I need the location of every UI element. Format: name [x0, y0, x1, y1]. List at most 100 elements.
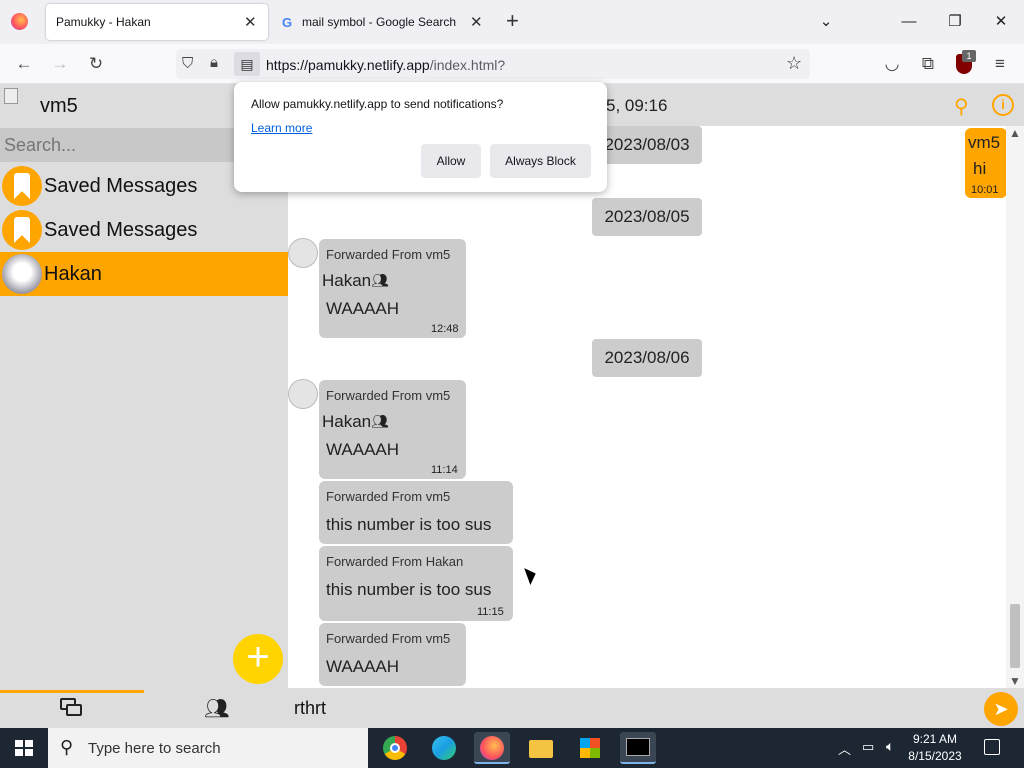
message-bubble[interactable]: Forwarded From vm5 Hakan 👥︎ WAAAAH 11:14	[319, 380, 466, 479]
tab-pamukky-label: Pamukky - Hakan	[56, 15, 151, 29]
message-time: 11:14	[431, 464, 458, 476]
mouse-cursor-icon	[524, 565, 539, 585]
message-bubble[interactable]: Forwarded From vm5 this number is too su…	[319, 481, 513, 544]
forward-label: Forwarded From vm5	[326, 631, 451, 646]
message-time: 12:48	[431, 323, 459, 335]
bookmark-icon	[2, 210, 42, 250]
chat-item-saved-messages[interactable]: Saved Messages	[0, 208, 288, 252]
firefox-taskbar-icon[interactable]	[474, 732, 510, 764]
chats-tab-icon[interactable]	[60, 698, 82, 716]
tab-pamukky[interactable]: Pamukky - Hakan ✕	[46, 4, 268, 40]
close-icon[interactable]: ✕	[244, 13, 257, 31]
message-text: WAAAAH	[326, 440, 400, 459]
scroll-down-icon[interactable]: ▼	[1009, 674, 1021, 688]
contact-name: Hakan	[322, 271, 372, 290]
clock-date: 8/15/2023	[908, 749, 962, 763]
edge-icon[interactable]	[426, 732, 462, 764]
bookmark-star-icon[interactable]: ☆	[786, 53, 802, 74]
sidebar-title: vm5	[40, 95, 78, 117]
windows-start-icon[interactable]	[15, 740, 33, 756]
file-explorer-icon[interactable]	[523, 732, 559, 764]
own-message-time: 10:01	[971, 184, 999, 196]
reload-icon[interactable]: ↻	[84, 53, 108, 75]
clock-time: 9:21 AM	[912, 732, 958, 746]
taskbar-search[interactable]: ⚲ Type here to search	[48, 728, 368, 768]
forward-label: Forwarded From vm5	[326, 247, 451, 262]
message-time: 11:15	[477, 606, 504, 618]
menu-icon[interactable]: ≡	[988, 53, 1012, 75]
network-icon[interactable]: ▭	[862, 739, 874, 755]
new-tab-button[interactable]: +	[506, 8, 519, 34]
chrome-icon[interactable]	[377, 732, 413, 764]
message-text: this number is too sus	[326, 515, 492, 534]
chat-item-label: Hakan	[44, 262, 102, 285]
message-text: this number is too sus	[326, 580, 492, 599]
new-chat-button[interactable]: +	[233, 634, 283, 684]
forward-label: Forwarded From vm5	[326, 489, 451, 504]
tab-google-search[interactable]: G mail symbol - Google Search ✕	[274, 4, 494, 40]
microsoft-store-icon[interactable]	[572, 732, 608, 764]
allow-button[interactable]: Allow	[421, 144, 481, 178]
sender-avatar[interactable]	[288, 379, 318, 409]
lock-icon[interactable]: 🔒︎	[210, 54, 218, 71]
group-icon: 👥︎	[371, 413, 389, 429]
scroll-up-icon[interactable]: ▲	[1009, 126, 1021, 140]
tab-google-label: mail symbol - Google Search	[302, 15, 457, 29]
volume-icon[interactable]: 🔈︎	[886, 738, 894, 755]
contact-name: Hakan	[322, 412, 372, 431]
header-last-seen: 5, 09:16	[606, 96, 668, 115]
maximize-button[interactable]: ❐	[940, 8, 970, 36]
chevron-up-icon[interactable]: ︿	[838, 739, 851, 758]
chat-item-hakan[interactable]: Hakan	[0, 252, 288, 296]
forward-label: Forwarded From vm5	[326, 388, 451, 403]
forward-label: Forwarded From Hakan	[326, 554, 464, 569]
url-path: /index.html?	[429, 57, 506, 73]
back-arrow-icon[interactable]: ←	[12, 53, 36, 75]
learn-more-link[interactable]: Learn more	[251, 121, 312, 135]
minimize-button[interactable]: —	[894, 8, 924, 36]
date-separator: 2023/08/06	[592, 339, 702, 377]
url-bar[interactable]: ⛉ 🔒︎ ▤ https://pamukky.netlify.app/index…	[176, 49, 810, 79]
url-text[interactable]: https://pamukky.netlify.app/index.html?	[266, 57, 505, 73]
contacts-tab-icon[interactable]: 👥︎	[204, 696, 229, 721]
own-message-sender: vm5	[968, 133, 1001, 152]
pocket-icon[interactable]: ◡	[880, 53, 904, 75]
message-list[interactable]: 2023/08/03 vm5 hi 10:01 2023/08/05 Forwa…	[288, 126, 1006, 688]
message-bubble[interactable]: Forwarded From vm5 Hakan 👥︎ WAAAAH 12:48	[319, 239, 466, 338]
own-message-text: hi	[973, 159, 987, 178]
close-icon[interactable]: ✕	[470, 13, 483, 31]
message-input[interactable]	[288, 688, 988, 728]
always-block-button[interactable]: Always Block	[490, 144, 591, 178]
avatar	[2, 254, 42, 294]
group-icon: 👥︎	[371, 272, 389, 288]
terminal-icon[interactable]	[620, 732, 656, 764]
forward-arrow-icon[interactable]: →	[48, 53, 72, 75]
message-bubble[interactable]: Forwarded From vm5 WAAAAH	[319, 623, 466, 686]
search-icon[interactable]: ⚲	[954, 94, 969, 119]
info-icon[interactable]: i	[992, 94, 1014, 116]
broken-image-icon	[4, 88, 18, 104]
sender-avatar[interactable]	[288, 238, 318, 268]
taskbar-clock[interactable]: 9:21 AM 8/15/2023	[900, 731, 970, 765]
url-host: https://pamukky.netlify.app	[266, 57, 430, 73]
tab-strip: Pamukky - Hakan ✕ G mail symbol - Google…	[0, 0, 1024, 44]
bookmark-icon	[2, 166, 42, 206]
google-icon: G	[282, 15, 293, 30]
chat-item-label: Saved Messages	[44, 218, 198, 241]
message-scrollbar[interactable]: ▲ ▼	[1006, 126, 1024, 688]
date-separator: 2023/08/03	[592, 126, 702, 164]
shield-icon[interactable]: ⛉	[182, 55, 193, 72]
extensions-icon[interactable]: ⧉	[916, 53, 940, 75]
tab-list-chevron-icon[interactable]: ⌄	[811, 8, 841, 36]
composer-bar: ➤	[288, 688, 1024, 728]
notification-center-icon[interactable]	[984, 739, 1000, 755]
message-bubble[interactable]: Forwarded From Hakan this number is too …	[319, 546, 513, 621]
scrollbar-thumb[interactable]	[1010, 604, 1020, 668]
close-window-button[interactable]: ✕	[986, 8, 1016, 36]
windows-taskbar: ⚲ Type here to search ︿ ▭ 🔈︎ 9:21 AM 8/1…	[0, 728, 1024, 768]
own-message-bubble[interactable]: vm5 hi 10:01	[965, 128, 1006, 198]
firefox-icon[interactable]	[11, 13, 28, 30]
send-icon[interactable]: ➤	[984, 692, 1018, 726]
navigation-bar: ← → ↻ ⛉ 🔒︎ ▤ https://pamukky.netlify.app…	[0, 44, 1024, 84]
notification-permission-icon[interactable]: ▤	[234, 52, 260, 76]
